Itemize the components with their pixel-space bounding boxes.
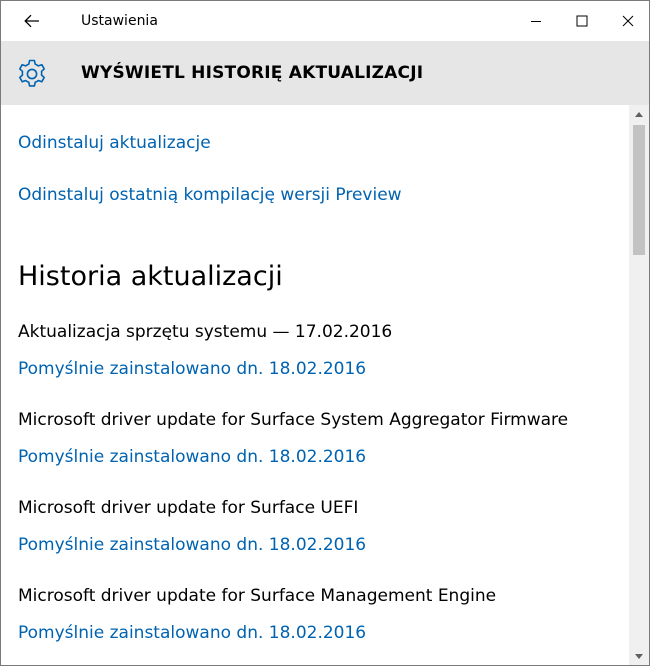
settings-window: Ustawienia WYŚWIETL HISTORIĘ AKTUALIZACJ… (0, 0, 650, 666)
history-item-name: Aktualizacja sprzętu systemu — 17.02.201… (18, 322, 393, 342)
close-button[interactable] (605, 1, 649, 41)
history-item-name: Microsoft driver update for Surface UEFI (18, 498, 359, 518)
window-title: Ustawienia (81, 13, 158, 29)
back-arrow-icon (24, 14, 39, 28)
history-title: Historia aktualizacji (18, 261, 283, 292)
history-item-name: Microsoft driver update for Surface Mana… (18, 586, 497, 606)
close-icon (622, 15, 634, 27)
minimize-icon (531, 21, 541, 22)
maximize-button[interactable] (559, 1, 605, 41)
maximize-icon (576, 15, 588, 27)
page-header: WYŚWIETL HISTORIĘ AKTUALIZACJI (1, 41, 649, 105)
scroll-up-arrow-icon (635, 111, 643, 117)
history-item-status-link[interactable]: Pomyślnie zainstalowano dn. 18.02.2016 (18, 447, 366, 467)
back-button[interactable] (15, 5, 49, 37)
history-item-name: Microsoft driver update for Surface Syst… (18, 410, 569, 430)
history-item-status-link[interactable]: Pomyślnie zainstalowano dn. 18.02.2016 (18, 359, 366, 379)
scroll-down-arrow-icon (635, 653, 643, 659)
page-title: WYŚWIETL HISTORIĘ AKTUALIZACJI (81, 63, 424, 83)
title-bar: Ustawienia (1, 1, 649, 41)
history-item-status-link[interactable]: Pomyślnie zainstalowano dn. 18.02.2016 (18, 535, 366, 555)
scrollbar-thumb[interactable] (633, 125, 645, 255)
gear-icon (19, 59, 45, 87)
history-item-status-link[interactable]: Pomyślnie zainstalowano dn. 18.02.2016 (18, 623, 366, 643)
uninstall-preview-link[interactable]: Odinstaluj ostatnią kompilację wersji Pr… (18, 185, 402, 205)
content-area: Odinstaluj aktualizacje Odinstaluj ostat… (1, 105, 629, 665)
scroll-down-button[interactable] (629, 647, 649, 665)
scroll-up-button[interactable] (629, 105, 649, 123)
uninstall-updates-link[interactable]: Odinstaluj aktualizacje (18, 133, 211, 153)
vertical-scrollbar[interactable] (629, 105, 649, 665)
minimize-button[interactable] (513, 1, 559, 41)
